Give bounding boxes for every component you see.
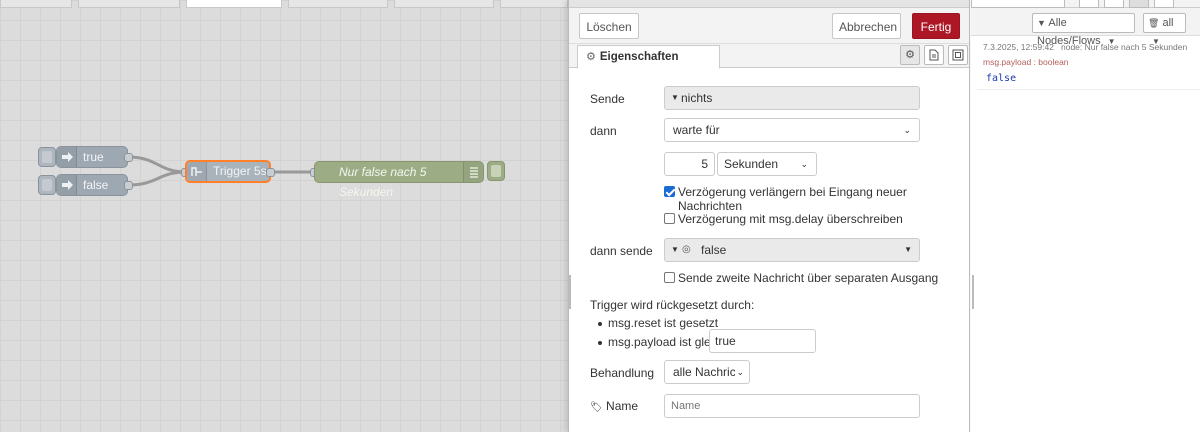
clear-filter-label: all <box>1162 17 1174 29</box>
debug-message-timestamp: 7.3.2025, 12:59:42 <box>983 42 1054 52</box>
handling-label: Behandlung <box>590 366 655 380</box>
then-send-value: false <box>701 243 727 257</box>
reset-heading: Trigger wird rückgesetzt durch: <box>590 298 755 312</box>
handling-select[interactable]: alle Nachrichten ⌄ <box>664 360 750 384</box>
name-label: Name <box>606 399 639 413</box>
filter-nodes-button[interactable]: ▼ Alle Nodes/Flows ▼ <box>1032 13 1135 47</box>
resize-grip <box>972 275 974 309</box>
override-delay-label: Verzögerung mit msg.delay überschreiben <box>678 212 903 226</box>
trash-icon: 🗑 <box>1148 18 1160 28</box>
boolean-type-icon: ◎ <box>682 244 691 255</box>
tab-settings-icon[interactable]: ⚙ <box>900 45 920 65</box>
bullet <box>598 322 602 326</box>
reset-payload-input[interactable]: true <box>709 329 816 353</box>
duration-value: 5 <box>701 157 708 171</box>
resize-grip <box>569 275 571 309</box>
then-mode-select[interactable]: warte für ⌄ <box>664 118 920 142</box>
extend-delay-label: Verzögerung verlängern bei Eingang neuer… <box>678 185 907 213</box>
delete-button[interactable]: Löschen <box>579 13 639 39</box>
then-send-select[interactable]: ▼ ◎ false ▼ <box>664 238 920 262</box>
tray-resize-handle[interactable] <box>568 275 572 309</box>
tag-icon: 🏷 <box>590 402 603 413</box>
debug-toolbar: ▼ Alle Nodes/Flows ▼ 🗑 all ▼ <box>971 8 1200 47</box>
debug-message-node: node: Nur false nach 5 Sekunden <box>1061 42 1188 52</box>
tab-properties-label: Eigenschaften <box>599 51 679 63</box>
tray-title-strip <box>569 0 969 8</box>
duration-units-value: Sekunden <box>724 157 779 171</box>
extend-delay-checkbox[interactable] <box>664 186 675 197</box>
tab-appearance-icon[interactable] <box>948 45 968 65</box>
filter-icon: ▼ <box>1037 18 1046 28</box>
flow-workspace[interactable]: true false Trigger 5s Nur false nach 5 S… <box>0 0 568 432</box>
sidebar-tab-bar <box>971 0 1200 8</box>
gear-icon: ⚙ <box>586 51 596 63</box>
tab-properties[interactable]: ⚙ Eigenschaften <box>577 45 720 69</box>
then-label: dann <box>590 124 617 138</box>
duration-units-select[interactable]: Sekunden ⌄ <box>717 152 817 176</box>
send-label: Sende <box>590 92 625 106</box>
debug-message-meta: 7.3.2025, 12:59:42 node: Nur false nach … <box>983 42 1187 52</box>
second-output-label: Sende zweite Nachricht über separaten Au… <box>678 271 939 285</box>
tray-tab-bar: ⚙ Eigenschaften ⚙ <box>569 44 969 69</box>
sidebar-resize-handle[interactable] <box>971 275 975 309</box>
edit-tray: Löschen Abbrechen Fertig ⚙ Eigenschaften … <box>568 0 970 432</box>
sidebar-tab[interactable] <box>1154 0 1174 8</box>
caret-down-icon: ▼ <box>671 245 679 254</box>
handling-value: alle Nachrichten <box>673 365 735 379</box>
duration-input[interactable]: 5 <box>664 152 715 176</box>
done-button[interactable]: Fertig <box>912 13 960 39</box>
tab-description-icon[interactable] <box>924 45 944 65</box>
second-output-checkbox[interactable] <box>664 272 675 283</box>
debug-message-path: msg.payload : boolean <box>983 57 1069 67</box>
clear-filter-button[interactable]: 🗑 all ▼ <box>1143 13 1186 46</box>
send-type-value: nichts <box>681 91 713 105</box>
chevron-down-icon: ⌄ <box>736 367 744 377</box>
bullet <box>598 341 602 345</box>
sidebar-tab[interactable] <box>1079 0 1099 8</box>
sidebar-tab[interactable] <box>1104 0 1124 8</box>
then-send-label: dann sende <box>590 244 653 258</box>
name-label-wrap: 🏷 Name <box>590 399 638 413</box>
then-mode-value: warte für <box>673 123 720 137</box>
caret-down-icon: ▼ <box>904 245 912 254</box>
debug-sidebar: ▼ Alle Nodes/Flows ▼ 🗑 all ▼ 7.3.2025, 1… <box>971 0 1200 432</box>
sidebar-tab[interactable] <box>1129 0 1149 8</box>
cancel-button[interactable]: Abbrechen <box>832 13 901 39</box>
reset-item-msg-reset: msg.reset ist gesetzt <box>608 316 719 330</box>
debug-message-value: false <box>986 73 1017 84</box>
tray-header: Löschen Abbrechen Fertig <box>569 0 969 44</box>
sidebar-tab-debug[interactable] <box>971 0 1065 8</box>
chevron-down-icon: ⌄ <box>903 125 911 135</box>
override-delay-checkbox[interactable] <box>664 213 675 224</box>
workspace-dim-overlay <box>0 0 568 432</box>
debug-message[interactable]: 7.3.2025, 12:59:42 node: Nur false nach … <box>977 38 1200 90</box>
send-type-select[interactable]: ▼ nichts <box>664 86 920 110</box>
reset-payload-value: true <box>715 334 736 348</box>
chevron-down-icon: ⌄ <box>800 159 808 169</box>
caret-down-icon: ▼ <box>671 93 679 102</box>
name-input[interactable] <box>664 394 920 418</box>
